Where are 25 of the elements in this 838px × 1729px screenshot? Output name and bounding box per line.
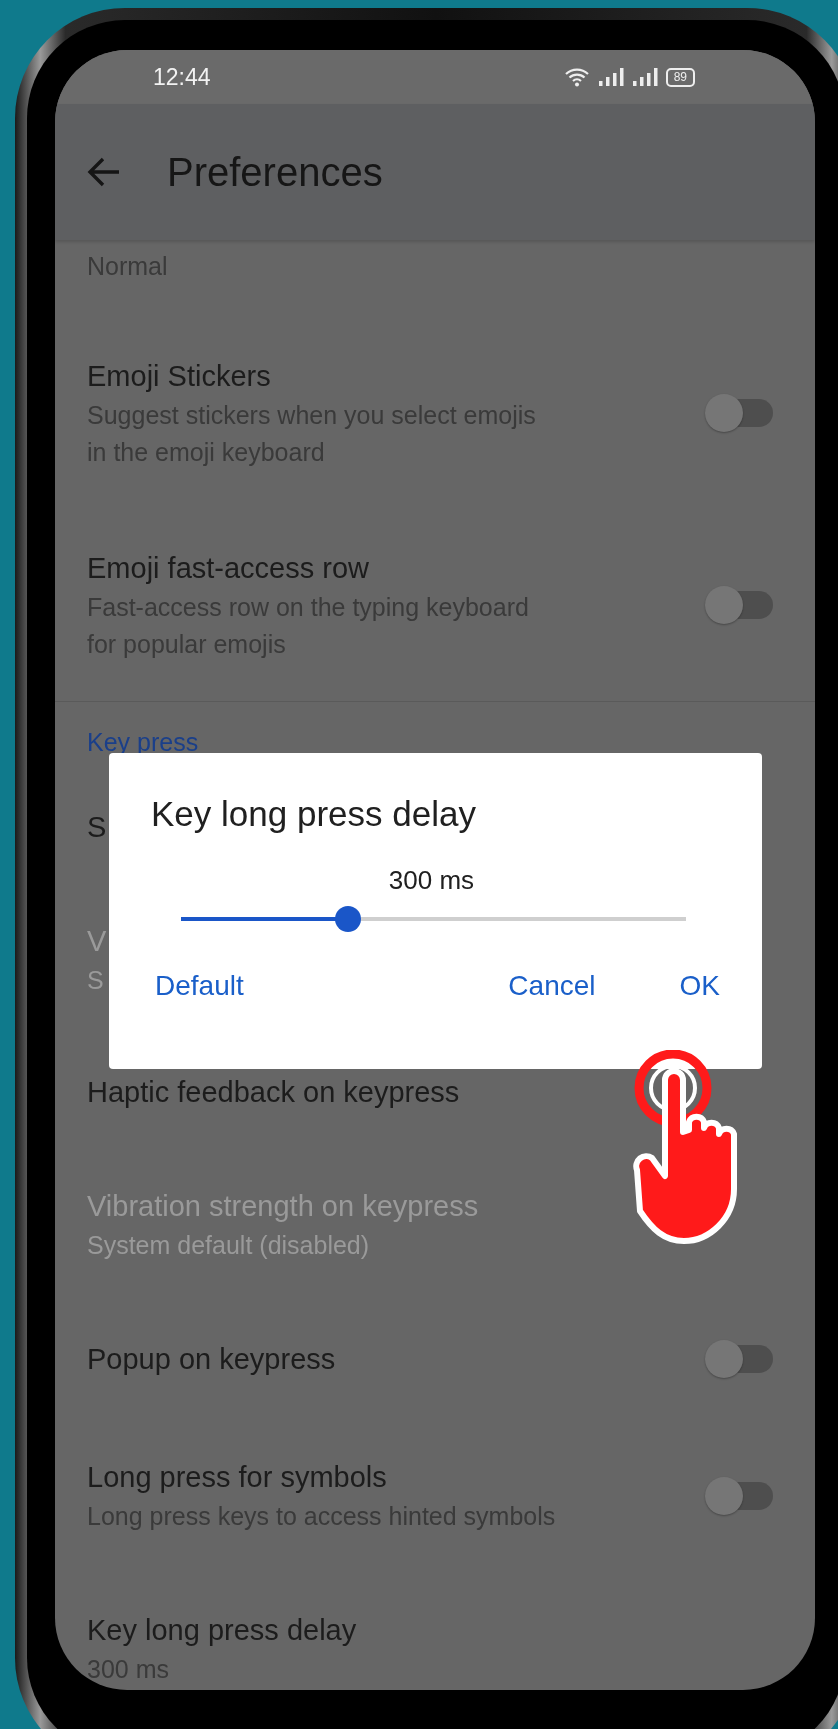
- screen-title: Preferences: [167, 149, 383, 195]
- setting-title: Popup on keypress: [87, 1342, 336, 1377]
- battery-level: 89: [665, 67, 695, 87]
- signal-icon: [597, 67, 624, 87]
- back-arrow-icon[interactable]: [87, 157, 121, 187]
- wifi-icon: [563, 67, 590, 87]
- toggle-switch[interactable]: [705, 1340, 775, 1378]
- signal-icon: [631, 67, 658, 87]
- dialog-button[interactable]: Default: [143, 964, 256, 1008]
- setting-title: Long press for symbols: [87, 1460, 388, 1495]
- slider-value: 300 ms: [388, 865, 475, 896]
- setting-title: S: [87, 810, 107, 845]
- setting-title: Emoji Stickers: [87, 359, 272, 394]
- clock-time: 12:44: [153, 63, 211, 91]
- slider-thumb[interactable]: [334, 906, 361, 932]
- setting-title: Key long press delay: [87, 1613, 357, 1648]
- setting-title: Emoji fast-access row: [87, 551, 370, 586]
- setting-title: Haptic feedback on keypress: [87, 1075, 460, 1110]
- section-header: Key press: [87, 727, 199, 758]
- dialog-button[interactable]: Cancel: [496, 964, 608, 1008]
- toggle-switch[interactable]: [705, 1476, 775, 1515]
- toggle-switch[interactable]: [705, 586, 775, 624]
- toggle-switch[interactable]: [705, 394, 775, 432]
- dialog-title: Key long press delay: [151, 793, 477, 835]
- dialog-button[interactable]: OK: [667, 964, 732, 1008]
